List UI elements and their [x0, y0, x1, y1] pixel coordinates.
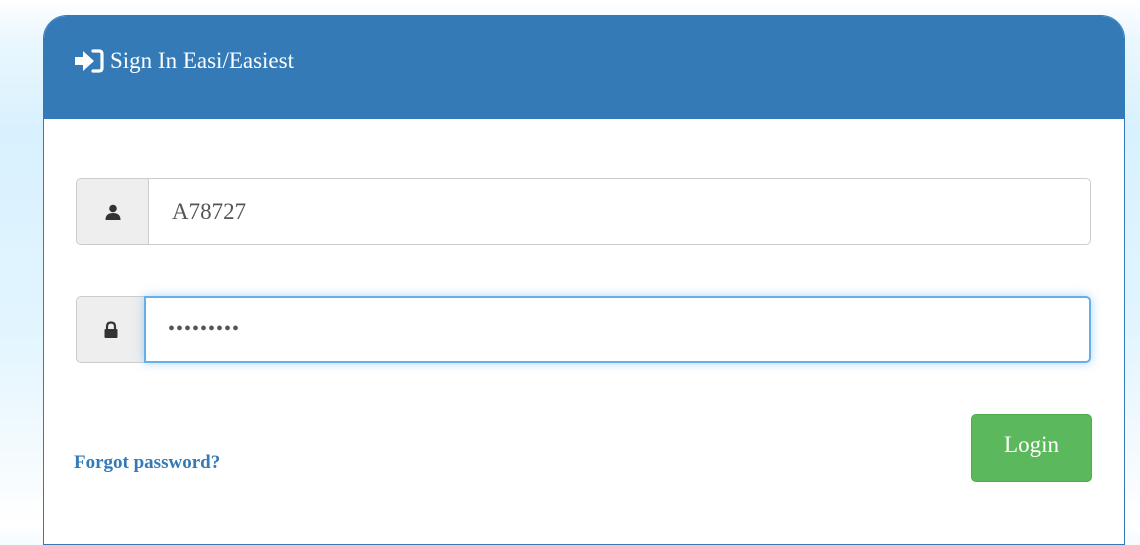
sign-in-icon: [74, 48, 104, 74]
username-input[interactable]: [148, 178, 1091, 245]
sign-in-panel: Sign In Easi/Easiest Forgot password? Lo…: [43, 15, 1125, 545]
panel-title-text: Sign In Easi/Easiest: [110, 48, 294, 73]
username-group: [76, 178, 1091, 245]
lock-icon: [76, 296, 144, 363]
panel-heading: Sign In Easi/Easiest: [44, 16, 1124, 119]
login-button[interactable]: Login: [971, 414, 1092, 482]
password-input[interactable]: [144, 296, 1091, 363]
panel-title: Sign In Easi/Easiest: [74, 43, 294, 79]
user-icon: [76, 178, 148, 245]
password-group: [76, 296, 1091, 363]
forgot-password-link[interactable]: Forgot password?: [74, 452, 220, 474]
